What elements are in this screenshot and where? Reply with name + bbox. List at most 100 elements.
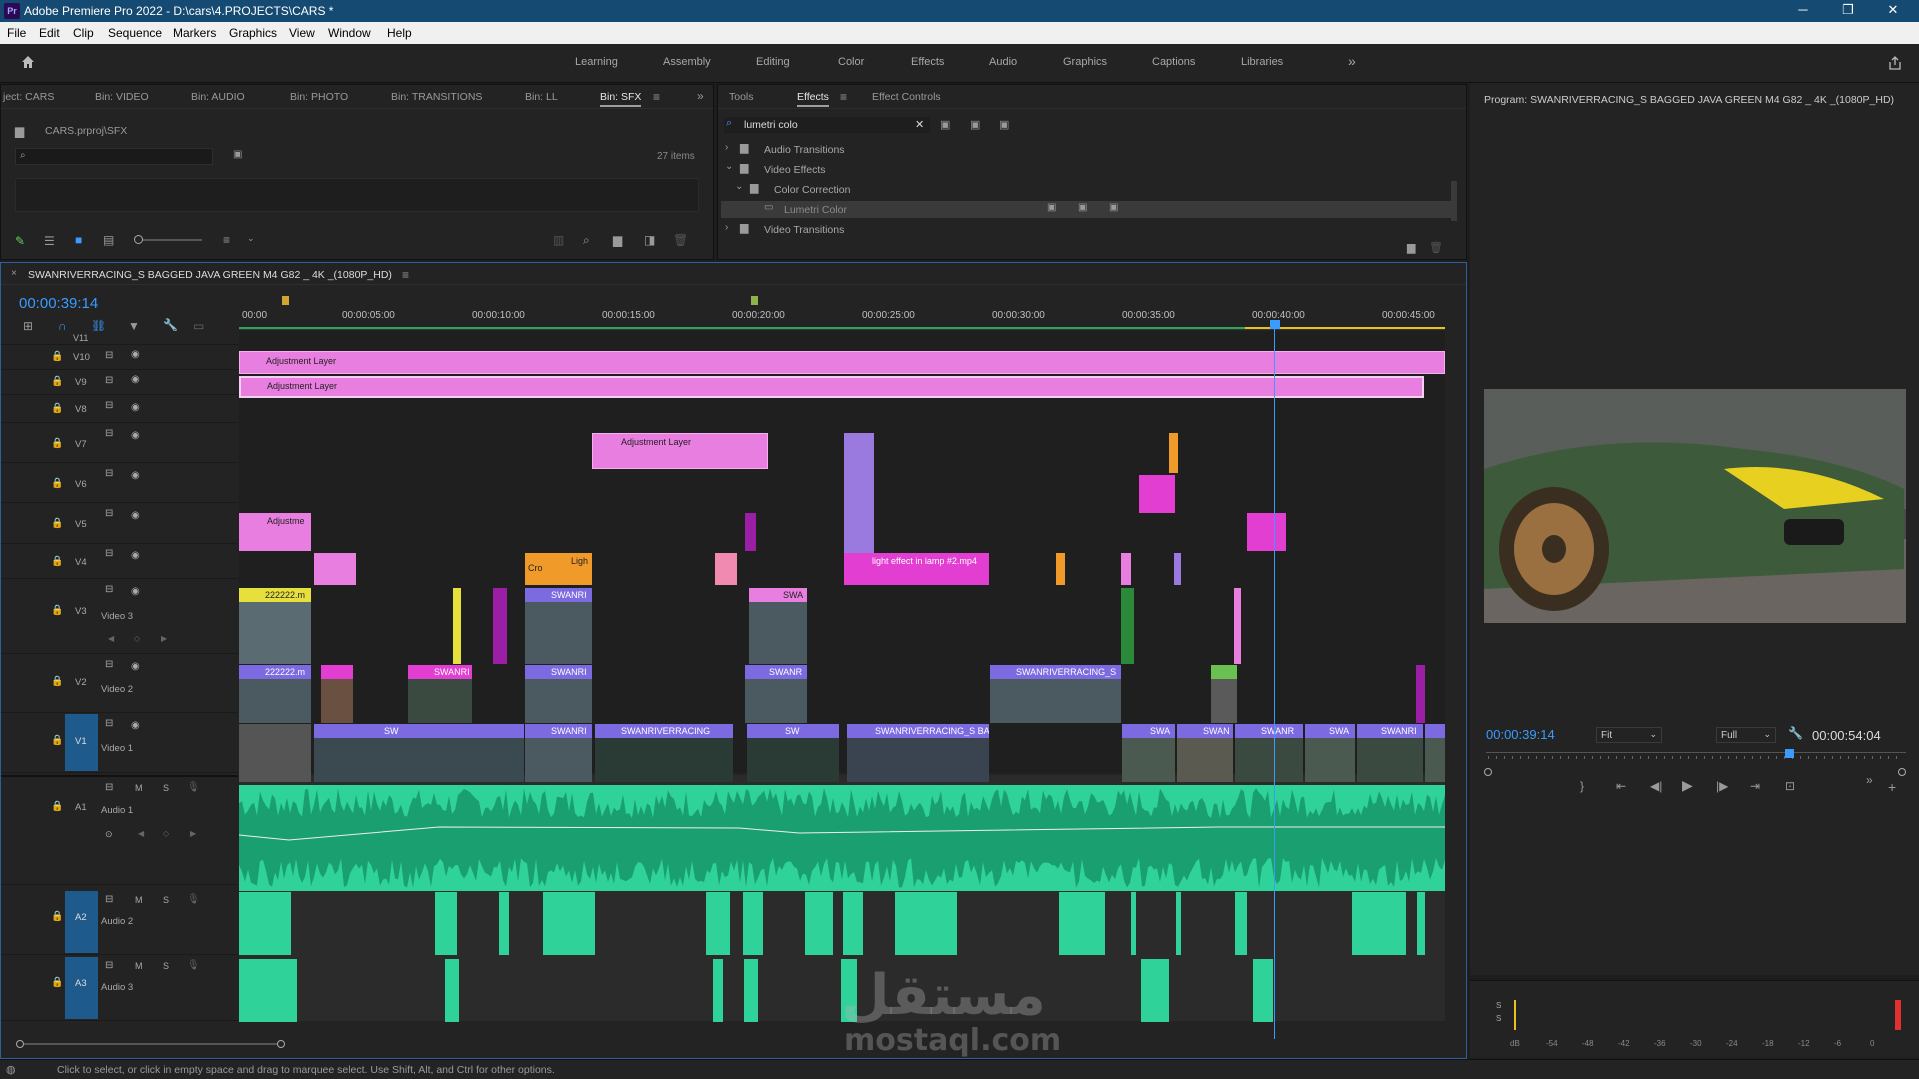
track-header-v9[interactable]: 🔒 V9 ⊟ ◉ (1, 370, 238, 395)
eye-icon[interactable]: ◉ (131, 470, 140, 481)
clip-audio-2f[interactable] (743, 892, 763, 955)
track-header-a2[interactable]: 🔒 A2 ⊟ M S 🎙 Audio 2 (1, 889, 238, 955)
clip-v2-green[interactable] (1211, 665, 1237, 723)
track-header-v5[interactable]: 🔒 V5 ⊟ ◉ (1, 503, 238, 544)
new-bin-icon[interactable]: ▆ (613, 233, 622, 247)
clip-v3-yellow[interactable] (453, 588, 461, 664)
track-header-v6[interactable]: 🔒 V6 ⊟ ◉ (1, 463, 238, 503)
zoom-slider[interactable] (136, 239, 202, 241)
tab-tools[interactable]: Tools (729, 91, 754, 103)
more-controls-icon[interactable]: » (1866, 773, 1873, 787)
zoom-handle-right[interactable] (1898, 768, 1906, 776)
trash-icon[interactable]: 🗑 (673, 233, 688, 247)
prev-keyframe-icon[interactable]: ◀ (108, 634, 114, 643)
next-keyframe-icon[interactable]: ▶ (161, 634, 167, 643)
clip-audio-2o[interactable] (1417, 892, 1425, 955)
pencil-icon[interactable]: ✎ (15, 234, 25, 248)
clip-adjustment-layer-v10[interactable]: Adjustment Layer (239, 351, 1445, 374)
tab-bin-photo[interactable]: Bin: PHOTO (290, 91, 348, 103)
add-button-icon[interactable]: + (1888, 779, 1896, 795)
step-back-icon[interactable]: ◀| (1650, 779, 1662, 793)
clip-audio-2c[interactable] (499, 892, 509, 955)
clip-audio-2m[interactable] (1235, 892, 1247, 955)
program-scrubber[interactable] (1486, 749, 1906, 763)
lock-icon[interactable]: 🔒 (51, 676, 63, 687)
clip-v6[interactable] (1139, 475, 1175, 513)
new-custom-bin-icon[interactable]: ▆ (1407, 241, 1415, 254)
sequence-marker[interactable] (751, 296, 758, 305)
clip-v1-swanriverracing[interactable]: SWANRIVERRACING (595, 724, 733, 782)
solo-button[interactable]: S (163, 895, 169, 905)
clip-audio-2d[interactable] (543, 892, 595, 955)
mute-button[interactable]: M (135, 895, 143, 905)
clip-v1-swa[interactable]: SWA (1122, 724, 1175, 782)
clip-v1-sw-2[interactable]: SW (747, 724, 839, 782)
lock-icon[interactable]: 🔒 (51, 438, 63, 449)
sort-dropdown-icon[interactable]: ⌄ (247, 233, 255, 244)
lock-icon[interactable]: 🔒 (51, 478, 63, 489)
menu-edit[interactable]: Edit (39, 26, 60, 40)
tree-video-transitions[interactable]: › ▆ Video Transitions (721, 221, 1451, 238)
program-video-frame[interactable] (1484, 389, 1906, 623)
clip-v1-swa-2[interactable]: SWA (1305, 724, 1355, 782)
clip-audio-3f[interactable] (1141, 959, 1169, 1022)
effects-search-input[interactable]: ⌕ lumetri colo ✕ (724, 117, 930, 133)
clip-audio-2j[interactable] (1059, 892, 1105, 955)
clip-v4-pink[interactable] (314, 553, 356, 585)
go-to-out-icon[interactable]: ⇥ (1750, 779, 1760, 793)
clip-v2-swanriverracing[interactable]: SWANRIVERRACING_S (990, 665, 1121, 723)
wrench-icon[interactable]: 🔧 (1788, 726, 1803, 740)
tree-lumetri-color[interactable]: ▭ Lumetri Color ▣ ▣ ▣ (721, 201, 1451, 218)
tab-project-cars[interactable]: ject: CARS (3, 91, 54, 103)
fit-dropdown[interactable]: Fit ⌄ (1596, 727, 1662, 743)
clip-v4-orange[interactable]: Cro Ligh (525, 553, 592, 585)
add-keyframe-icon[interactable]: ◇ (163, 829, 169, 838)
mute-button[interactable]: M (135, 961, 143, 971)
playhead-handle[interactable] (1270, 320, 1280, 329)
new-search-bin-icon[interactable]: ▣ (233, 149, 242, 160)
wrench-icon[interactable]: 🔧 (163, 318, 178, 332)
sync-lock-icon[interactable]: ⊟ (105, 782, 113, 793)
clip-v2-swanri-2[interactable]: SWANRI (525, 665, 592, 723)
go-to-in-icon[interactable]: ⇤ (1616, 779, 1626, 793)
lock-icon[interactable]: 🔒 (51, 518, 63, 529)
clip-audio-2b[interactable] (435, 892, 457, 955)
lock-icon[interactable]: 🔒 (51, 801, 63, 812)
track-header-v1[interactable]: 🔒 V1 ⊟ ◉ Video 1 (1, 713, 238, 773)
clip-v2-swanr[interactable]: SWANR (745, 665, 807, 723)
sync-lock-icon[interactable]: ⊟ (105, 468, 113, 479)
clip-v4-violet[interactable] (1174, 553, 1181, 585)
tree-color-correction[interactable]: ⌄ ▆ Color Correction (721, 181, 1451, 198)
delete-icon[interactable]: 🗑 (1429, 241, 1443, 254)
clip-audio-2l[interactable] (1176, 892, 1181, 955)
clip-adjustment-layer-v5[interactable]: Adjustme (239, 513, 311, 551)
minimize-button[interactable]: ─ (1783, 2, 1823, 20)
workspace-more-icon[interactable]: » (1348, 53, 1356, 69)
scroll-handle-left[interactable] (16, 1040, 24, 1048)
tab-bin-transitions[interactable]: Bin: TRANSITIONS (391, 91, 482, 103)
clip-v1-gray[interactable] (239, 724, 311, 782)
tab-bin-ll[interactable]: Bin: LL (525, 91, 558, 103)
workspace-editing[interactable]: Editing (756, 56, 790, 68)
clip-v2-222222[interactable]: 222222.m (239, 665, 311, 723)
track-header-v11[interactable]: V11 (1, 331, 238, 345)
effects-scrollbar[interactable] (1451, 181, 1457, 221)
clip-v2-purple[interactable] (1416, 665, 1425, 723)
track-header-a1[interactable]: 🔒 A1 ⊟ M S 🎙 Audio 1 ⊙ ◀ ◇ ▶ (1, 775, 238, 885)
next-keyframe-icon[interactable]: ▶ (190, 829, 196, 838)
clip-v3-green[interactable] (1121, 588, 1134, 664)
freeform-view-icon[interactable]: ▤ (103, 233, 114, 247)
clip-v4-rose[interactable] (715, 553, 737, 585)
sync-lock-icon[interactable]: ⊟ (105, 718, 113, 729)
scrubber-playhead[interactable] (1785, 749, 1794, 758)
clip-v3-swanri[interactable]: SWANRI (525, 588, 592, 664)
track-header-v2[interactable]: 🔒 V2 ⊟ ◉ Video 2 (1, 654, 238, 713)
sync-lock-icon[interactable]: ⊟ (105, 400, 113, 411)
quality-dropdown[interactable]: Full ⌄ (1716, 727, 1776, 743)
lift-icon[interactable]: ⊡ (1785, 779, 1795, 793)
scroll-thumb[interactable] (24, 1043, 278, 1045)
add-keyframe-icon[interactable]: ◇ (134, 634, 140, 643)
clip-v3-purple[interactable] (493, 588, 507, 664)
scroll-handle-right[interactable] (277, 1040, 285, 1048)
clip-audio-2h[interactable] (843, 892, 863, 955)
